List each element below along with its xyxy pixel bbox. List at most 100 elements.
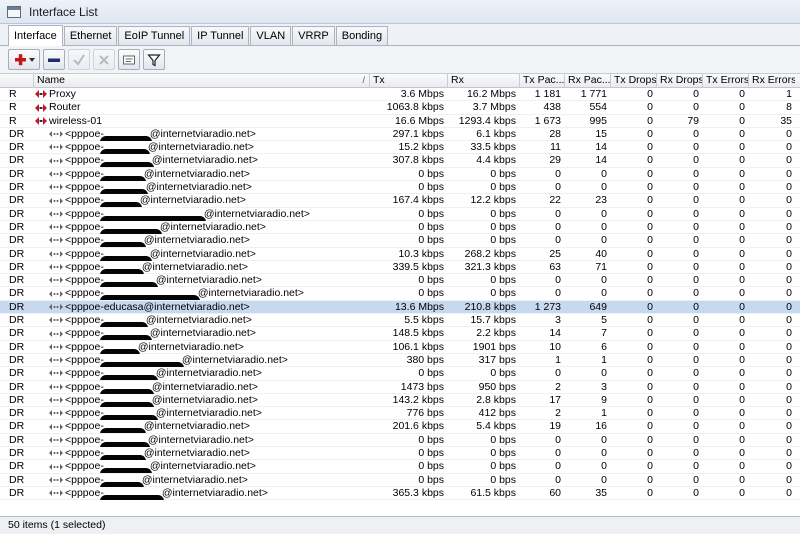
table-row[interactable]: DR <pppoe- @internetviaradio.net> 0 bps 0 bp… bbox=[0, 433, 800, 448]
interface-name-text: <pppoe- bbox=[65, 367, 104, 380]
pppoe-icon bbox=[49, 423, 63, 430]
cell-rx: 321.3 kbps bbox=[464, 260, 516, 273]
interface-domain: @internetviaradio.net> bbox=[143, 420, 250, 433]
table-row[interactable]: DR <pppoe- @internetviaradio.net> 0 bps 0 bp… bbox=[0, 234, 800, 248]
table-row[interactable]: DR <pppoe- @internetviaradio.net> 339.5 kbp… bbox=[0, 260, 800, 275]
tab-vlan[interactable]: VLAN bbox=[250, 26, 292, 45]
column-header-txe[interactable]: Tx Errors bbox=[702, 74, 748, 88]
table-row[interactable]: DR <pppoe- @internetviaradio.net> 297.1 kbp… bbox=[0, 127, 800, 142]
table-row[interactable]: DR <pppoe- @internetviaradio.net> 15.2 kbps… bbox=[0, 141, 800, 155]
column-header-txd[interactable]: Tx Drops bbox=[610, 74, 656, 88]
cell-rx: 0 bps bbox=[490, 460, 516, 473]
table-row[interactable]: DR <pppoe- @internetviaradio.net> 148.5 kbp… bbox=[0, 327, 800, 341]
cell-rxe: 0 bbox=[786, 353, 792, 366]
cell-tx: 0 bps bbox=[418, 433, 444, 446]
column-header-rxp[interactable]: Rx Pac... bbox=[564, 74, 610, 88]
cell-txe: 0 bbox=[739, 340, 745, 353]
cell-txd: 0 bbox=[647, 194, 653, 207]
cell-txp: 22 bbox=[549, 194, 561, 207]
tab-ethernet[interactable]: Ethernet bbox=[63, 26, 118, 45]
cell-txd: 0 bbox=[647, 447, 653, 460]
interface-name: <pppoe- @internetviaradio.net> bbox=[35, 460, 367, 474]
cell-tx: 0 bps bbox=[418, 447, 444, 460]
tab-vrrp[interactable]: VRRP bbox=[292, 26, 335, 45]
table-row[interactable]: Rwireless-01 16.6 Mbps 1293.4 kbps 1 673 995… bbox=[0, 115, 800, 128]
cell-rxp: 14 bbox=[595, 154, 607, 167]
cell-rxd: 0 bbox=[693, 420, 699, 433]
cell-rxp: 1 bbox=[601, 353, 607, 366]
tab-bonding[interactable]: Bonding bbox=[335, 26, 389, 45]
row-flags: R bbox=[9, 101, 17, 114]
cell-rxe: 0 bbox=[786, 141, 792, 154]
row-flags: DR bbox=[9, 340, 25, 353]
table-row[interactable]: DR <pppoe- @internetviaradio.net> 0 bps 0 bp… bbox=[0, 474, 800, 487]
cell-tx: 307.8 kbps bbox=[392, 154, 444, 167]
pppoe-icon bbox=[49, 144, 63, 151]
filter-button[interactable] bbox=[143, 49, 165, 70]
table-row[interactable]: DR <pppoe- @internetviaradio.net> 0 bps 0 bp… bbox=[0, 181, 800, 195]
cell-txd: 0 bbox=[647, 101, 653, 114]
table-row[interactable]: DR <pppoe- @internetviaradio.net> 0 bps 0 bp… bbox=[0, 167, 800, 182]
interface-name-text: <pppoe- bbox=[65, 314, 104, 327]
cell-txd: 0 bbox=[647, 154, 653, 167]
table-row[interactable]: DR <pppoe- @internetviaradio.net> 0 bps 0 bp… bbox=[0, 220, 800, 235]
table-row[interactable]: DR <pppoe- @internetviaradio.net> 365.3 kbp… bbox=[0, 486, 800, 501]
disable-button[interactable] bbox=[93, 49, 115, 70]
cell-txe: 0 bbox=[739, 127, 745, 140]
interface-domain: @internetviaradio.net> bbox=[151, 154, 258, 167]
cell-rx: 317 bps bbox=[478, 353, 516, 366]
cell-txp: 0 bbox=[555, 220, 561, 233]
column-header-tx[interactable]: Tx bbox=[369, 74, 447, 88]
column-header-txp[interactable]: Tx Pac... bbox=[519, 74, 564, 88]
table-row[interactable]: R Proxy 3.6 Mbps 16.2 Mbps 1 181 1 771 0 0 0 1 bbox=[0, 88, 800, 102]
tab-ip-tunnel[interactable]: IP Tunnel bbox=[191, 26, 250, 45]
table-row[interactable]: DR <pppoe- @internetviaradio.net> 307.8 kbp… bbox=[0, 154, 800, 168]
interface-name: <pppoe- @internetviaradio.net> bbox=[35, 487, 367, 500]
table-row[interactable]: DR <pppoe- @internetviaradio.net> 10.3 kbps… bbox=[0, 248, 800, 261]
enable-button[interactable] bbox=[68, 49, 90, 70]
table-row[interactable]: DR <pppoe- @internetviaradio.net> 380 bps 31… bbox=[0, 353, 800, 368]
cell-txd: 0 bbox=[647, 114, 653, 127]
table-row[interactable]: DR <pppoe- @internetviaradio.net> 143.2 kbp… bbox=[0, 394, 800, 408]
table-row[interactable]: DR <pppoe- @internetviaradio.net> 0 bps 0 bp… bbox=[0, 447, 800, 461]
cell-rxp: 35 bbox=[595, 486, 607, 499]
interface-name-text: <pppoe- bbox=[65, 127, 104, 140]
column-header-rx[interactable]: Rx bbox=[447, 74, 519, 88]
table-row[interactable]: DR <pppoe- @internetviaradio.net> 106.1 kbp… bbox=[0, 341, 800, 354]
column-header-rxe[interactable]: Rx Errors bbox=[748, 74, 795, 88]
cell-rxe: 0 bbox=[786, 367, 792, 380]
remove-button[interactable] bbox=[43, 49, 65, 70]
cell-rx: 0 bps bbox=[490, 220, 516, 233]
table-row[interactable]: DR <pppoe- @internetviaradio.net> 0 bps 0 bp… bbox=[0, 274, 800, 288]
cell-rxp: 0 bbox=[601, 167, 607, 180]
table-row[interactable]: DR <pppoe- @internetviaradio.net> 776 bps 41… bbox=[0, 407, 800, 421]
table-row[interactable]: DR <pppoe- @internetviaradio.net> 1473 bps 9… bbox=[0, 381, 800, 394]
cell-txp: 0 bbox=[555, 181, 561, 194]
interface-name: <pppoe- @internetviaradio.net> bbox=[35, 447, 367, 461]
table-row[interactable]: DR <pppoe- @internetviaradio.net> 0 bps 0 bp… bbox=[0, 287, 800, 301]
table-row[interactable]: DR <pppoe- @internetviaradio.net> 0 bps 0 bp… bbox=[0, 208, 800, 221]
table-row[interactable]: DR <pppoe- @internetviaradio.net> 0 bps 0 bp… bbox=[0, 460, 800, 474]
column-header-name[interactable]: Name / bbox=[33, 74, 369, 88]
tab-eoip-tunnel[interactable]: EoIP Tunnel bbox=[118, 26, 191, 45]
column-header-rxd[interactable]: Rx Drops bbox=[656, 74, 702, 88]
cell-rx: 0 bps bbox=[490, 274, 516, 287]
comment-button[interactable] bbox=[118, 49, 140, 70]
row-flags: DR bbox=[9, 260, 25, 273]
table-row[interactable]: DR <pppoe- @internetviaradio.net> 167.4 kbp… bbox=[0, 194, 800, 208]
interface-icon bbox=[35, 103, 47, 112]
table-row[interactable]: DR <pppoe- @internetviaradio.net> 0 bps 0 bp… bbox=[0, 367, 800, 381]
table-row[interactable]: DR <pppoe-educasa@internetviaradio.net> 13… bbox=[0, 300, 800, 315]
add-button[interactable] bbox=[8, 49, 40, 70]
interface-name-text: Proxy bbox=[49, 88, 76, 100]
interface-icon bbox=[35, 116, 47, 125]
table-row[interactable]: R Router 1063.8 kbps 3.7 Mbps 438 554 0 0 0 8 bbox=[0, 101, 800, 115]
cell-txd: 0 bbox=[647, 460, 653, 473]
tab-interface[interactable]: Interface bbox=[8, 25, 63, 46]
cell-txp: 2 bbox=[555, 380, 561, 393]
pppoe-icon bbox=[49, 277, 63, 284]
interface-domain: @internetviaradio.net> bbox=[149, 327, 256, 340]
table-row[interactable]: DR <pppoe- @internetviaradio.net> 201.6 kbp… bbox=[0, 420, 800, 434]
table-row[interactable]: DR <pppoe- @internetviaradio.net> 5.5 kbps 1… bbox=[0, 314, 800, 328]
cell-rxe: 0 bbox=[786, 433, 792, 446]
